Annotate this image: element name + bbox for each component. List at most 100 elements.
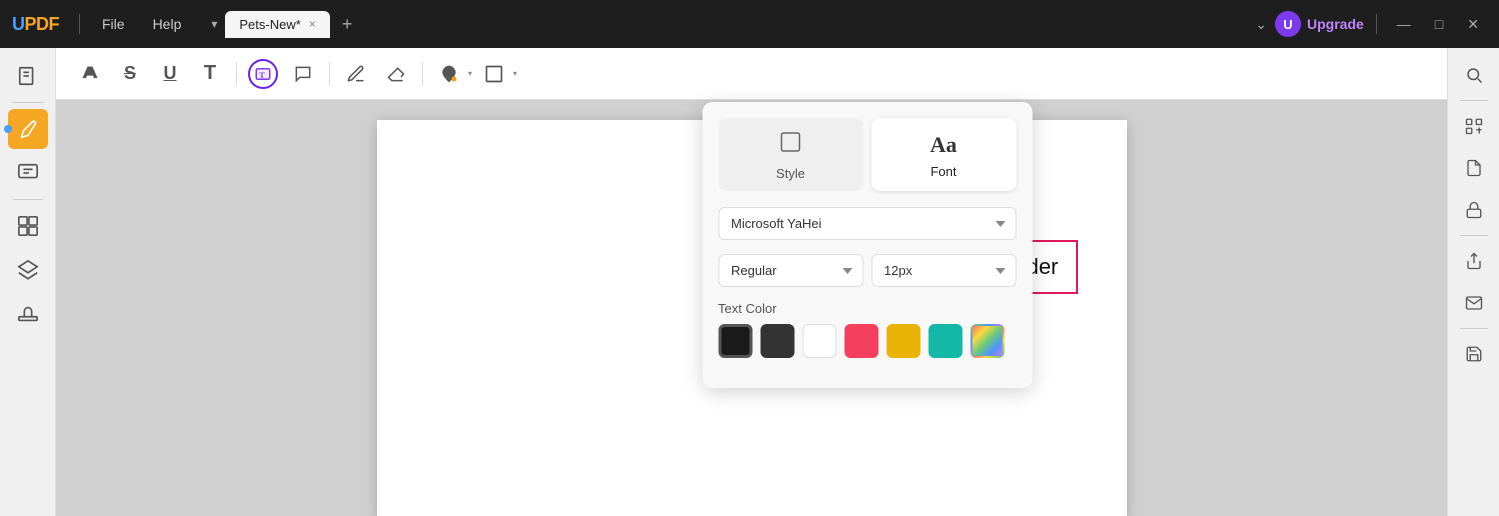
tab-dropdown-btn[interactable]: ▾	[207, 13, 221, 35]
text-color-label: Text Color	[718, 301, 1016, 316]
color-fill-tool[interactable]	[431, 56, 467, 92]
font-panel: Style Aa Font Microsoft YaHei Arial Time	[702, 102, 1032, 388]
swatch-white[interactable]	[802, 324, 836, 358]
underline-icon: U	[164, 63, 177, 84]
title-bar: UPDF File Help ▾ Pets-New* × + ⌄ U Upgra…	[0, 0, 1499, 48]
toolbar: S U T T	[56, 48, 1447, 100]
tab-area: ▾ Pets-New* × +	[207, 10, 1247, 39]
pencil-icon	[346, 64, 366, 84]
comment-icon	[293, 64, 313, 84]
svg-text:T: T	[259, 70, 265, 79]
textbox-tool[interactable]: T	[245, 56, 281, 92]
minimize-button[interactable]: —	[1389, 12, 1419, 36]
upgrade-label: Upgrade	[1307, 16, 1364, 32]
tab-list-btn[interactable]: ⌄	[1255, 16, 1267, 33]
tab-add-btn[interactable]: +	[334, 10, 361, 39]
file-menu[interactable]: File	[92, 12, 135, 36]
right-email-tool[interactable]	[1455, 284, 1493, 322]
swatch-teal[interactable]	[928, 324, 962, 358]
right-sidebar	[1447, 48, 1499, 516]
right-protect-tool[interactable]	[1455, 191, 1493, 229]
logo-u: U	[12, 14, 25, 34]
panel-tab-font[interactable]: Aa Font	[871, 118, 1016, 191]
stamps-icon	[17, 303, 39, 325]
content-area: S U T T	[56, 48, 1447, 516]
text-icon: T	[204, 62, 216, 85]
active-tab[interactable]: Pets-New* ×	[225, 11, 329, 38]
logo-pdf: PDF	[25, 14, 60, 34]
aa-icon: Aa	[930, 132, 957, 157]
active-indicator	[4, 125, 12, 133]
style-tab-icon	[779, 130, 803, 160]
divider-1	[79, 14, 80, 34]
upgrade-button[interactable]: U Upgrade	[1275, 11, 1364, 37]
close-button[interactable]: ✕	[1459, 12, 1487, 37]
color-fill-group: ▾	[431, 56, 472, 92]
sidebar-item-markup[interactable]	[8, 109, 48, 149]
share-icon	[1465, 252, 1483, 270]
swatch-black-border[interactable]	[718, 324, 752, 358]
comment-tool[interactable]	[285, 56, 321, 92]
sidebar-item-stamps[interactable]	[8, 294, 48, 334]
tab-title: Pets-New*	[239, 17, 300, 32]
divider-2	[1376, 14, 1377, 34]
sidebar-divider-1	[13, 102, 43, 103]
right-divider-3	[1460, 328, 1488, 329]
save-icon	[1465, 345, 1483, 363]
textbox-icon: T	[254, 65, 272, 83]
border-arrow[interactable]: ▾	[513, 69, 517, 78]
underline-tool[interactable]: U	[152, 56, 188, 92]
highlight-tool[interactable]	[72, 56, 108, 92]
font-style-section: Regular Bold Italic Bold Italic 8px 10px…	[718, 254, 1016, 287]
panel-style-label: Style	[776, 166, 805, 181]
font-weight-select[interactable]: Regular Bold Italic Bold Italic	[718, 254, 863, 287]
panel-tab-style[interactable]: Style	[718, 118, 863, 191]
tab-close-btn[interactable]: ×	[309, 18, 316, 30]
comments-icon	[17, 162, 39, 184]
pencil-tool[interactable]	[338, 56, 374, 92]
panel-font-label: Font	[930, 164, 956, 179]
app-body: S U T T	[0, 48, 1499, 516]
swatch-dark[interactable]	[760, 324, 794, 358]
right-divider-2	[1460, 235, 1488, 236]
restore-button[interactable]: □	[1427, 12, 1451, 36]
right-save-tool[interactable]	[1455, 335, 1493, 373]
font-family-select[interactable]: Microsoft YaHei Arial Times New Roman Co…	[718, 207, 1016, 240]
swatch-red[interactable]	[844, 324, 878, 358]
font-size-select[interactable]: 8px 10px 12px 14px 16px	[871, 254, 1016, 287]
right-ocr-tool[interactable]	[1455, 107, 1493, 145]
email-icon	[1465, 294, 1483, 312]
color-swatches	[718, 324, 1016, 358]
text-tool[interactable]: T	[192, 56, 228, 92]
search-icon	[1465, 66, 1483, 84]
right-search-tool[interactable]	[1455, 56, 1493, 94]
eraser-icon	[386, 64, 406, 84]
border-group: ▾	[476, 56, 517, 92]
border-tool[interactable]	[476, 56, 512, 92]
left-sidebar	[0, 48, 56, 516]
layers-icon	[17, 259, 39, 281]
sidebar-divider-2	[13, 199, 43, 200]
title-bar-right: ⌄ U Upgrade — □ ✕	[1255, 11, 1487, 37]
sep-1	[236, 62, 237, 86]
sep-2	[329, 62, 330, 86]
right-share-tool[interactable]	[1455, 242, 1493, 280]
sidebar-item-pages[interactable]	[8, 56, 48, 96]
color-fill-arrow[interactable]: ▾	[468, 69, 472, 78]
protect-icon	[1465, 201, 1483, 219]
strikethrough-icon: S	[124, 63, 136, 84]
sep-3	[422, 62, 423, 86]
panel-tabs: Style Aa Font	[718, 118, 1016, 191]
eraser-tool[interactable]	[378, 56, 414, 92]
swatch-rainbow[interactable]	[970, 324, 1004, 358]
right-export-tool[interactable]	[1455, 149, 1493, 187]
markup-icon	[17, 118, 39, 140]
textbox-active-ring: T	[248, 59, 278, 89]
strikethrough-tool[interactable]: S	[112, 56, 148, 92]
swatch-yellow[interactable]	[886, 324, 920, 358]
sidebar-item-layers[interactable]	[8, 250, 48, 290]
user-avatar: U	[1275, 11, 1301, 37]
help-menu[interactable]: Help	[143, 12, 192, 36]
sidebar-item-pages2[interactable]	[8, 206, 48, 246]
sidebar-item-comments[interactable]	[8, 153, 48, 193]
